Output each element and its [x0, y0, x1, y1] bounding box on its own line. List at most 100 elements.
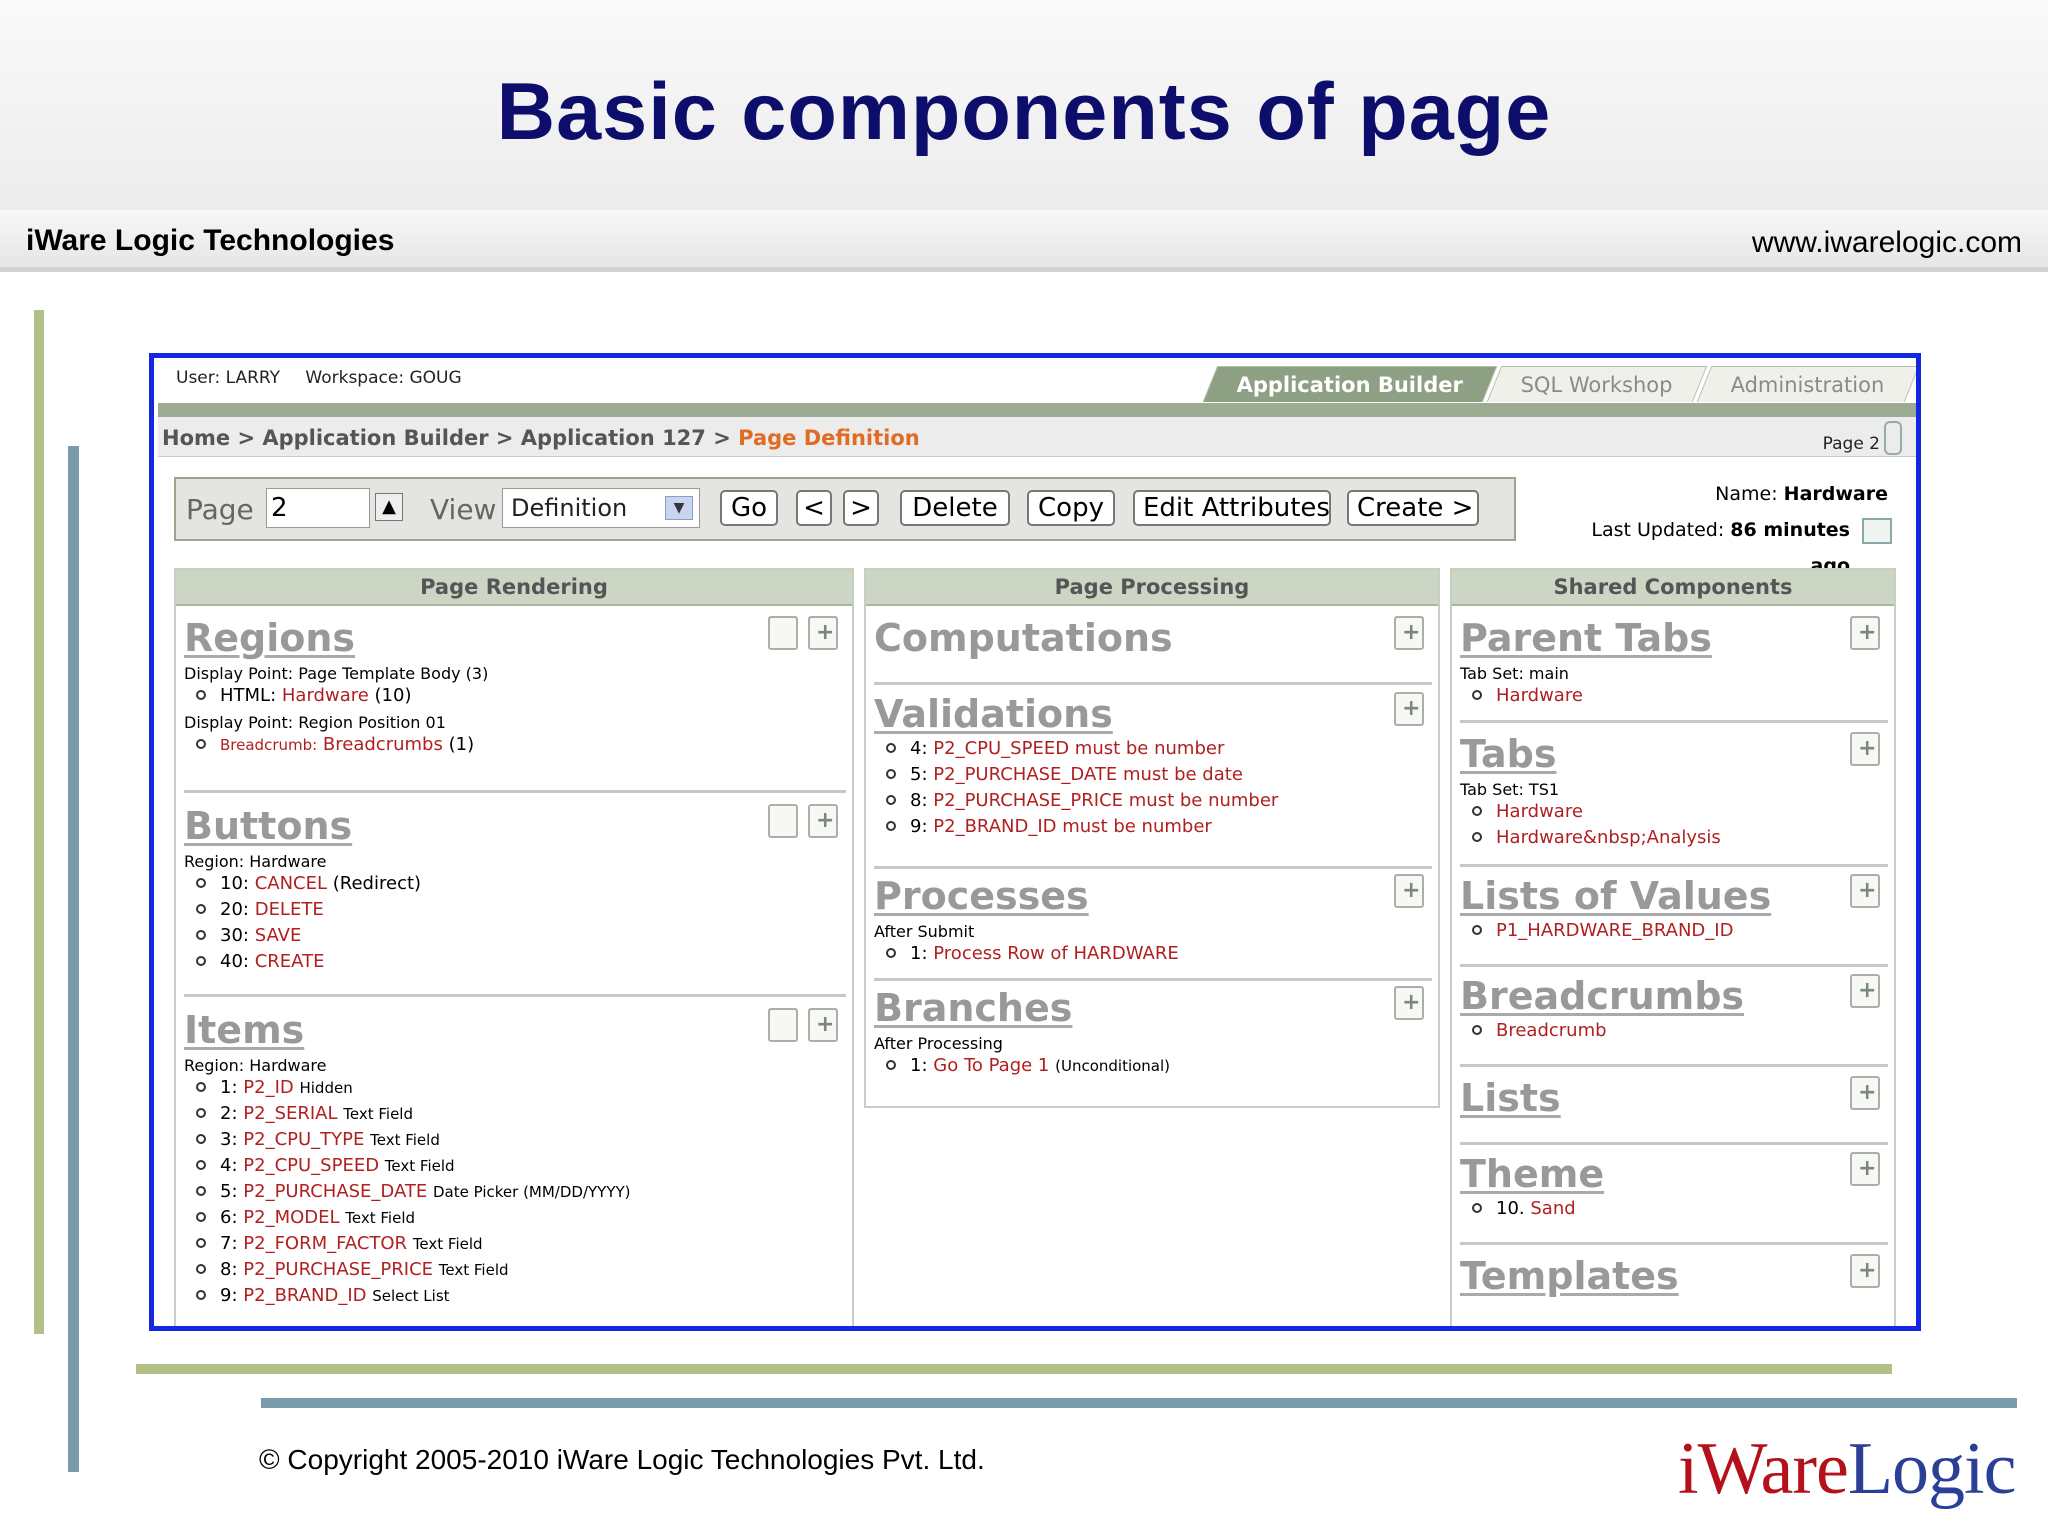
- add-icon[interactable]: [1394, 692, 1424, 726]
- tab-administration[interactable]: Administration: [1697, 366, 1916, 402]
- add-icon[interactable]: [1850, 616, 1880, 650]
- theme-title[interactable]: Theme: [1460, 1152, 1860, 1196]
- list-item[interactable]: P1_HARDWARE_BRAND_ID: [1460, 918, 1860, 944]
- bullet-icon: [196, 1134, 206, 1144]
- lov-section: Lists of Values P1_HARDWARE_BRAND_ID: [1460, 874, 1860, 944]
- lists-actions: [1850, 1076, 1880, 1110]
- lists-title[interactable]: Lists: [1460, 1076, 1860, 1120]
- breadcrumbs-actions: [1850, 974, 1880, 1008]
- branches-title[interactable]: Branches: [874, 986, 1414, 1030]
- parent-tabs-title[interactable]: Parent Tabs: [1460, 616, 1860, 660]
- divider: [874, 978, 1432, 981]
- copy-icon[interactable]: [768, 1008, 798, 1042]
- list-item[interactable]: 10. Sand: [1460, 1196, 1860, 1222]
- copy-icon[interactable]: [768, 616, 798, 650]
- add-icon[interactable]: [1394, 616, 1424, 650]
- list-item[interactable]: 1: P2_ID Hidden: [184, 1075, 844, 1101]
- add-icon[interactable]: [1394, 874, 1424, 908]
- history-icon[interactable]: [1862, 518, 1892, 544]
- validations-title[interactable]: Validations: [874, 692, 1414, 736]
- page-number-input[interactable]: 2: [266, 488, 370, 528]
- add-icon[interactable]: [1394, 986, 1424, 1020]
- view-select[interactable]: Definition ▼: [502, 488, 700, 528]
- bullet-icon: [196, 1160, 206, 1170]
- go-button[interactable]: Go: [720, 490, 778, 526]
- list-item[interactable]: 1: Go To Page 1 (Unconditional): [874, 1053, 1414, 1079]
- tab-application-builder[interactable]: Application Builder: [1202, 366, 1498, 402]
- templates-title[interactable]: Templates: [1460, 1254, 1860, 1298]
- regions-title[interactable]: Regions: [184, 616, 844, 660]
- divider: [1460, 1242, 1888, 1245]
- add-icon[interactable]: [1850, 1254, 1880, 1288]
- processes-actions: [1394, 874, 1424, 908]
- list-item[interactable]: 4: P2_CPU_SPEED must be number: [874, 736, 1414, 762]
- list-item[interactable]: 2: P2_SERIAL Text Field: [184, 1101, 844, 1127]
- parent-tabs-actions: [1850, 616, 1880, 650]
- buttons-title[interactable]: Buttons: [184, 804, 844, 848]
- list-item[interactable]: 10: CANCEL (Redirect): [184, 871, 844, 897]
- add-icon[interactable]: [1850, 1076, 1880, 1110]
- bullet-icon: [886, 795, 896, 805]
- add-icon[interactable]: [1850, 874, 1880, 908]
- list-item[interactable]: 5: P2_PURCHASE_DATE must be date: [874, 762, 1414, 788]
- list-item[interactable]: 20: DELETE: [184, 897, 844, 923]
- view-label: View: [430, 493, 497, 526]
- add-icon[interactable]: [1850, 1152, 1880, 1186]
- prev-page-button[interactable]: <: [796, 490, 832, 526]
- tabs-title[interactable]: Tabs: [1460, 732, 1860, 776]
- list-item[interactable]: Breadcrumb: Breadcrumbs (1): [184, 732, 844, 758]
- list-item[interactable]: HTML: Hardware (10): [184, 683, 844, 709]
- tab-sql-workshop[interactable]: SQL Workshop: [1487, 366, 1708, 402]
- list-item[interactable]: Hardware&nbsp;Analysis: [1460, 825, 1860, 851]
- lov-title[interactable]: Lists of Values: [1460, 874, 1860, 918]
- list-item[interactable]: Hardware: [1460, 799, 1860, 825]
- items-title[interactable]: Items: [184, 1008, 844, 1052]
- delete-button[interactable]: Delete: [900, 490, 1010, 526]
- page-indicator: Page 2: [1823, 421, 1902, 461]
- list-item[interactable]: 5: P2_PURCHASE_DATE Date Picker (MM/DD/Y…: [184, 1179, 844, 1205]
- add-icon[interactable]: [808, 1008, 838, 1042]
- list-item[interactable]: 3: P2_CPU_TYPE Text Field: [184, 1127, 844, 1153]
- list-item[interactable]: 9: P2_BRAND_ID must be number: [874, 814, 1414, 840]
- breadcrumbs-title[interactable]: Breadcrumbs: [1460, 974, 1860, 1018]
- page-processing-header: Page Processing: [866, 570, 1438, 606]
- list-item[interactable]: Breadcrumb: [1460, 1018, 1860, 1044]
- processes-title[interactable]: Processes: [874, 874, 1414, 918]
- breadcrumbs-section: Breadcrumbs Breadcrumb: [1460, 974, 1860, 1044]
- list-item[interactable]: 30: SAVE: [184, 923, 844, 949]
- theme-section: Theme 10. Sand: [1460, 1152, 1860, 1222]
- add-icon[interactable]: [1850, 732, 1880, 766]
- add-icon[interactable]: [808, 804, 838, 838]
- buttons-section: Buttons Region: Hardware 10: CANCEL (Red…: [184, 804, 844, 975]
- next-page-button[interactable]: >: [843, 490, 879, 526]
- list-item[interactable]: Hardware: [1460, 683, 1860, 709]
- copy-button[interactable]: Copy: [1027, 490, 1115, 526]
- list-item[interactable]: 8: P2_PURCHASE_PRICE Text Field: [184, 1257, 844, 1283]
- list-item[interactable]: 6: P2_MODEL Text Field: [184, 1205, 844, 1231]
- divider: [1460, 720, 1888, 723]
- traffic-light-icon[interactable]: [1884, 421, 1902, 455]
- bullet-icon: [1472, 832, 1482, 842]
- breadcrumb[interactable]: Home > Application Builder > Application…: [162, 426, 920, 450]
- create-button[interactable]: Create >: [1347, 490, 1479, 526]
- bullet-icon: [1472, 1203, 1482, 1213]
- chevron-down-icon[interactable]: ▼: [665, 496, 693, 520]
- list-item[interactable]: 40: CREATE: [184, 949, 844, 975]
- add-icon[interactable]: [808, 616, 838, 650]
- page-lookup-button[interactable]: ▲: [375, 493, 403, 521]
- list-item[interactable]: 7: P2_FORM_FACTOR Text Field: [184, 1231, 844, 1257]
- buttons-actions: [768, 804, 838, 838]
- list-item[interactable]: 8: P2_PURCHASE_PRICE must be number: [874, 788, 1414, 814]
- list-item[interactable]: 4: P2_CPU_SPEED Text Field: [184, 1153, 844, 1179]
- edit-attributes-button[interactable]: Edit Attributes: [1133, 490, 1331, 526]
- list-item[interactable]: 9: P2_BRAND_ID Select List: [184, 1283, 844, 1309]
- list-item[interactable]: 1: Process Row of HARDWARE: [874, 941, 1414, 967]
- bullet-icon: [1472, 806, 1482, 816]
- bullet-icon: [886, 769, 896, 779]
- breadcrumb-bar: Home > Application Builder > Application…: [158, 417, 1916, 457]
- bullet-icon: [196, 956, 206, 966]
- breadcrumb-path[interactable]: Home > Application Builder > Application…: [162, 426, 738, 450]
- computations-title[interactable]: Computations: [874, 616, 1414, 660]
- add-icon[interactable]: [1850, 974, 1880, 1008]
- copy-icon[interactable]: [768, 804, 798, 838]
